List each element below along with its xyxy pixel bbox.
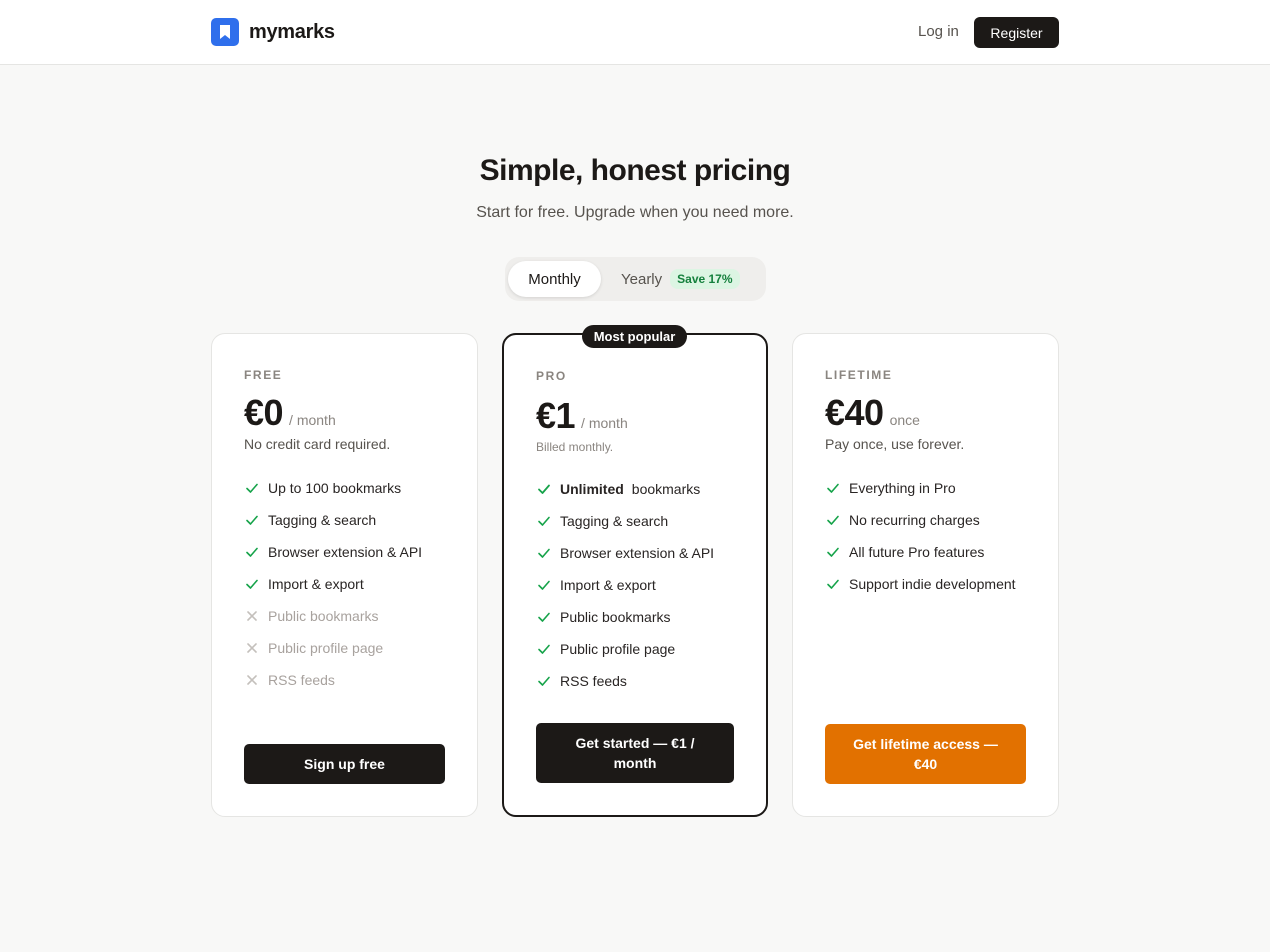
- feature-item: Tagging & search: [244, 504, 422, 536]
- check-icon: [538, 516, 550, 526]
- cross-icon: [247, 643, 257, 653]
- check-icon: [246, 579, 258, 589]
- plan-label: LIFETIME: [825, 368, 893, 382]
- yearly-label: Yearly: [621, 270, 663, 288]
- feature-text: RSS feeds: [268, 672, 335, 688]
- feature-item: Browser extension & API: [244, 536, 422, 568]
- check-icon: [827, 579, 839, 589]
- get-started-pro-button[interactable]: Get started — €1 / month: [536, 723, 734, 783]
- check-icon: [538, 580, 550, 590]
- plan-note: Billed monthly.: [536, 440, 614, 454]
- monthly-toggle-option[interactable]: Monthly: [508, 261, 601, 297]
- check-icon: [827, 483, 839, 493]
- check-icon: [538, 644, 550, 654]
- plan-label: FREE: [244, 368, 283, 382]
- feature-item: Tagging & search: [536, 505, 714, 537]
- plan-card-lifetime: LIFETIME €40 once Pay once, use forever.…: [792, 333, 1059, 817]
- check-icon: [246, 483, 258, 493]
- feature-item: Browser extension & API: [536, 537, 714, 569]
- plan-card-free: FREE €0 / month No credit card required.…: [211, 333, 478, 817]
- feature-list: Everything in Pro No recurring charges All…: [825, 472, 1016, 600]
- plan-card-pro: PRO €1 / month Billed monthly. Unlimited…: [502, 333, 768, 817]
- save-badge: Save 17%: [670, 269, 740, 289]
- feature-text: Import & export: [268, 576, 364, 592]
- feature-text: All future Pro features: [849, 544, 985, 560]
- feature-text: No recurring charges: [849, 512, 980, 528]
- get-lifetime-access-button[interactable]: Get lifetime access — €40: [825, 724, 1026, 784]
- check-icon: [538, 548, 550, 558]
- feature-text: Support indie development: [849, 576, 1016, 592]
- feature-item: Public bookmarks: [244, 600, 422, 632]
- feature-emphasis: Unlimited: [560, 481, 624, 497]
- bookmark-logo-icon: [211, 18, 239, 46]
- most-popular-badge: Most popular: [582, 325, 687, 348]
- feature-text: Import & export: [560, 577, 656, 593]
- cta-line: Get lifetime access —: [853, 736, 998, 752]
- feature-item: RSS feeds: [536, 665, 714, 697]
- cross-icon: [247, 675, 257, 685]
- check-icon: [246, 515, 258, 525]
- plan-price: €1: [536, 395, 576, 436]
- feature-text: Public bookmarks: [560, 609, 671, 625]
- yearly-toggle-option[interactable]: Yearly Save 17%: [621, 261, 740, 297]
- check-icon: [827, 547, 839, 557]
- sign-up-free-button[interactable]: Sign up free: [244, 744, 445, 784]
- feature-text: Browser extension & API: [560, 545, 715, 561]
- billing-period-toggle: Monthly Yearly Save 17%: [505, 257, 766, 301]
- feature-list: Up to 100 bookmarks Tagging & search Brows…: [244, 472, 422, 696]
- plan-price: €40: [825, 392, 884, 433]
- page-title: Simple, honest pricing: [479, 154, 791, 187]
- feature-text: Public profile page: [560, 641, 676, 657]
- check-icon: [538, 484, 550, 494]
- cta-line: Get started — €1 /: [575, 735, 695, 751]
- plan-price: €0: [244, 392, 284, 433]
- feature-text: RSS feeds: [560, 673, 627, 689]
- feature-item: All future Pro features: [825, 536, 1016, 568]
- price-row: €40 once: [825, 392, 920, 434]
- feature-item: RSS feeds: [244, 664, 422, 696]
- feature-text: Browser extension & API: [268, 544, 423, 560]
- price-row: €0 / month: [244, 392, 336, 434]
- feature-list: Unlimited bookmarks: [536, 473, 700, 505]
- price-row: €1 / month: [536, 395, 628, 437]
- check-icon: [538, 676, 550, 686]
- cta-line: €40: [913, 756, 938, 772]
- plan-period: / month: [581, 415, 628, 431]
- brand-name: mymarks: [249, 20, 335, 43]
- feature-item: Public bookmarks: [536, 601, 714, 633]
- plan-note: Pay once, use forever.: [825, 436, 965, 452]
- feature-item: Unlimited bookmarks: [536, 473, 700, 505]
- brand-logo-link[interactable]: mymarks: [211, 18, 335, 46]
- register-button[interactable]: Register: [974, 17, 1059, 48]
- feature-item: Public profile page: [244, 632, 422, 664]
- plan-period: / month: [289, 412, 336, 428]
- feature-item: No recurring charges: [825, 504, 1016, 536]
- page-subtitle: Start for free. Upgrade when you need mo…: [476, 204, 794, 221]
- feature-text: bookmarks: [631, 481, 701, 497]
- cross-icon: [247, 611, 257, 621]
- feature-item: Import & export: [244, 568, 422, 600]
- feature-text: Everything in Pro: [849, 480, 956, 496]
- feature-text: Tagging & search: [560, 513, 669, 529]
- feature-text: Up to 100 bookmarks: [268, 480, 402, 496]
- feature-list: Tagging & search Browser extension & API I…: [536, 505, 714, 697]
- check-icon: [246, 547, 258, 557]
- feature-item: Import & export: [536, 569, 714, 601]
- feature-item: Support indie development: [825, 568, 1016, 600]
- feature-item: Public profile page: [536, 633, 714, 665]
- feature-item: Everything in Pro: [825, 472, 1016, 504]
- check-icon: [538, 612, 550, 622]
- plan-label: PRO: [536, 369, 567, 383]
- plan-note: No credit card required.: [244, 436, 391, 452]
- feature-text: Public profile page: [268, 640, 384, 656]
- feature-text: Tagging & search: [268, 512, 377, 528]
- feature-item: Up to 100 bookmarks: [244, 472, 422, 504]
- cta-line: month: [613, 755, 657, 771]
- top-navbar: mymarks Log in Register: [0, 0, 1270, 65]
- login-link[interactable]: Log in: [918, 23, 959, 40]
- feature-text: Public bookmarks: [268, 608, 379, 624]
- plan-period: once: [889, 412, 920, 428]
- check-icon: [827, 515, 839, 525]
